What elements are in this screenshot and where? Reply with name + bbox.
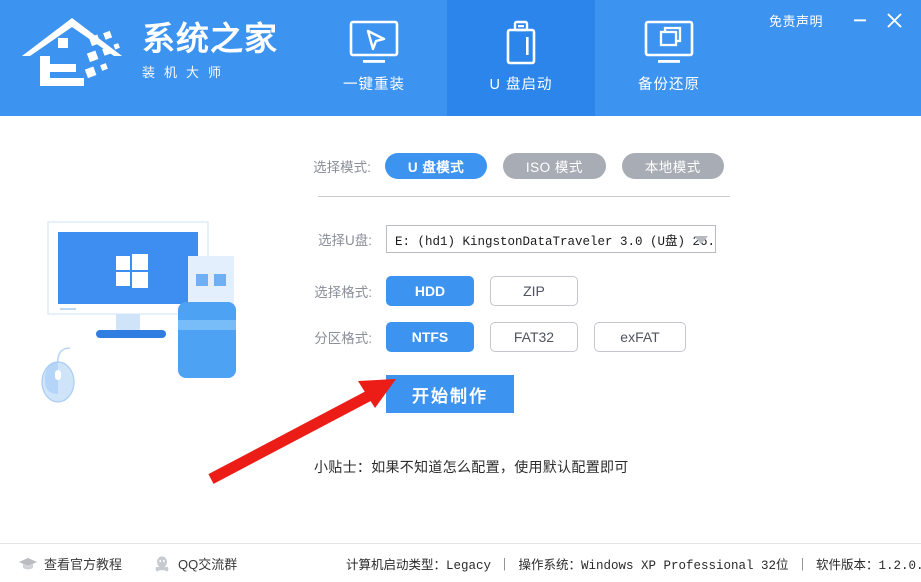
tab-label: U 盘启动 [489, 77, 553, 93]
brand-title: 系统之家 [142, 20, 278, 57]
tutorial-link[interactable]: 查看官方教程 [18, 554, 122, 573]
pc-monitor-usb-mouse-illustration-icon [30, 216, 280, 406]
format-option-zip[interactable]: ZIP [490, 276, 578, 306]
format-row: 选择格式: HDD ZIP [300, 271, 740, 311]
qq-penguin-icon [152, 555, 172, 573]
partition-option-exfat[interactable]: exFAT [594, 322, 686, 352]
tab-label: 备份还原 [638, 77, 700, 93]
monitor-windows-icon [641, 20, 697, 66]
partition-option-ntfs[interactable]: NTFS [386, 322, 474, 352]
qq-group-label: QQ交流群 [178, 557, 238, 572]
usb-select-row: 选择U盘: E: (hd1) KingstonDataTraveler 3.0 … [300, 219, 740, 259]
tab-one-key-reinstall[interactable]: 一键重装 [300, 0, 448, 116]
section-divider [318, 196, 730, 197]
brand-logo: 系统之家 装机大师 [18, 8, 288, 104]
mode-label: 选择模式: [313, 160, 371, 175]
tab-usb-boot[interactable]: U 盘启动 [447, 0, 595, 116]
status-info-text: 计算机启动类型：Legacy ｜ 操作系统：Windows XP Profess… [346, 559, 921, 573]
close-icon [887, 13, 901, 27]
start-make-button[interactable]: 开始制作 [386, 375, 514, 413]
chevron-down-icon [694, 236, 708, 244]
partition-label: 分区格式: [314, 331, 372, 346]
mode-option-usb[interactable]: U 盘模式 [384, 153, 488, 179]
settings-form: 选择模式: U 盘模式 ISO 模式 本地模式 选择U盘: E: (hd1) K… [300, 116, 740, 477]
format-option-hdd[interactable]: HDD [386, 276, 474, 306]
partition-row: 分区格式: NTFS FAT32 exFAT [300, 317, 740, 357]
graduation-cap-icon [18, 555, 38, 573]
start-button-wrap: 开始制作 [300, 375, 740, 413]
tab-label: 一键重装 [343, 77, 405, 93]
window-controls: 免责声明 [769, 0, 921, 40]
close-button[interactable] [879, 6, 909, 34]
usb-select[interactable]: E: (hd1) KingstonDataTraveler 3.0 (U盘) 2… [386, 225, 716, 253]
mode-option-local[interactable]: 本地模式 [621, 153, 724, 179]
minimize-icon [854, 19, 866, 22]
brand-text: 系统之家 装机大师 [142, 20, 292, 81]
monitor-cursor-icon [346, 20, 402, 66]
format-label: 选择格式: [314, 285, 372, 300]
usb-drive-icon [493, 20, 549, 66]
mode-row: 选择模式: U 盘模式 ISO 模式 本地模式 [300, 146, 740, 186]
qq-group-link[interactable]: QQ交流群 [152, 554, 237, 573]
minimize-button[interactable] [845, 6, 875, 34]
main-content: 选择模式: U 盘模式 ISO 模式 本地模式 选择U盘: E: (hd1) K… [0, 116, 921, 543]
app-window: 系统之家 装机大师 一键重装 U 盘启动 备份还原 免责声明 选择模式: U 盘… [0, 0, 921, 582]
mode-option-iso[interactable]: ISO 模式 [503, 153, 606, 179]
brand-subtitle: 装机大师 [142, 65, 231, 80]
tutorial-label: 查看官方教程 [44, 557, 123, 572]
tab-backup-restore[interactable]: 备份还原 [595, 0, 743, 116]
app-header: 系统之家 装机大师 一键重装 U 盘启动 备份还原 免责声明 [0, 0, 921, 116]
usb-label: 选择U盘: [318, 233, 372, 248]
status-bar: 查看官方教程 QQ交流群 计算机启动类型：Legacy ｜ 操作系统：Windo… [0, 543, 921, 582]
partition-option-fat32[interactable]: FAT32 [490, 322, 578, 352]
usb-select-value: E: (hd1) KingstonDataTraveler 3.0 (U盘) 2… [395, 234, 715, 249]
house-pixel-logo-icon [18, 10, 138, 100]
tip-text: 小贴士：如果不知道怎么配置，使用默认配置即可 [314, 459, 629, 475]
disclaimer-link[interactable]: 免责声明 [769, 11, 823, 30]
